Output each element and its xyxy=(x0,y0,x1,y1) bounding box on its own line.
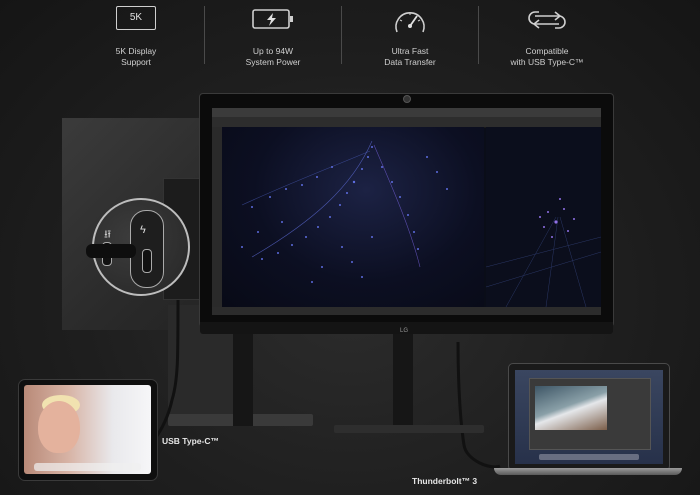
thunderbolt-icon: ϟ xyxy=(140,224,146,236)
cable-plug xyxy=(86,244,136,258)
particle-visualization xyxy=(241,140,448,283)
tablet-photo-face xyxy=(38,401,80,453)
app-timeline xyxy=(212,307,601,315)
thunderbolt-label: Thunderbolt™ 3 xyxy=(412,476,478,486)
port-closeup: ⭿ ϟ xyxy=(86,198,190,296)
webcam xyxy=(403,95,411,103)
app-menubar xyxy=(212,108,601,117)
monitor-screen xyxy=(212,108,601,315)
laptop-screen xyxy=(515,370,663,464)
app-tool-shelf xyxy=(212,127,222,307)
tablet-screen xyxy=(24,385,151,474)
monitor-stand-left xyxy=(233,334,253,426)
usb-c-label: USB Type-C™ xyxy=(162,436,219,446)
thunderbolt-port xyxy=(142,249,152,273)
laptop-base xyxy=(494,468,682,475)
laptop-photo xyxy=(535,386,607,430)
tablet-device xyxy=(18,379,158,481)
monitor-base xyxy=(334,425,484,433)
laptop-dock xyxy=(539,454,639,460)
laptop-device xyxy=(508,363,670,471)
secondary-viewport xyxy=(485,127,601,308)
product-showcase: 5K 5K Display Support Up to 94W System P… xyxy=(0,0,700,495)
monitor-front xyxy=(200,94,613,326)
monitor-stand-right xyxy=(393,334,413,432)
thunderbolt-cable xyxy=(456,341,501,469)
3d-viewport xyxy=(222,127,484,307)
tablet-dock xyxy=(34,463,141,471)
